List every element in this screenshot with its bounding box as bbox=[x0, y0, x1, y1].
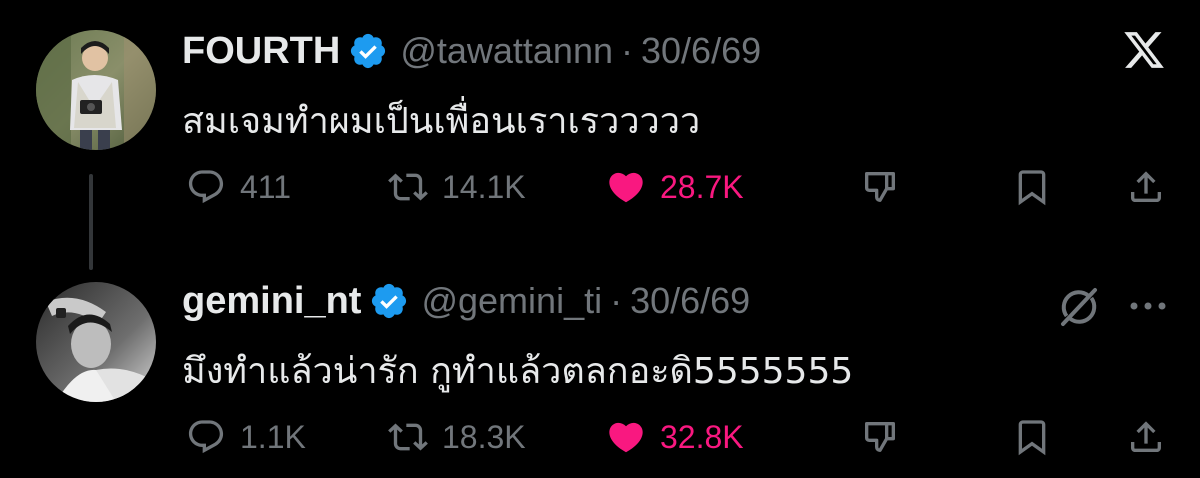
reply-count: 1.1K bbox=[240, 418, 306, 455]
tweet-date[interactable]: 30/6/69 bbox=[641, 30, 761, 72]
avatar[interactable] bbox=[36, 282, 156, 402]
bookmark-icon bbox=[1018, 420, 1046, 456]
reply-icon bbox=[188, 170, 224, 204]
tweet-date[interactable]: 30/6/69 bbox=[630, 280, 750, 322]
dislike-button[interactable] bbox=[860, 410, 900, 464]
tweet-text: มึงทำแล้วน่ารัก กูทำแล้วตลกอะดิ5555555 bbox=[182, 351, 854, 392]
avatar[interactable] bbox=[36, 30, 156, 150]
display-name[interactable]: FOURTH bbox=[182, 30, 340, 73]
share-button[interactable] bbox=[1126, 410, 1166, 464]
tweet-header: FOURTH @tawattannn · 30/6/69 bbox=[182, 26, 761, 76]
separator-dot: · bbox=[610, 280, 623, 321]
tweet-text: สมเจมทำผมเป็นเพื่อนเราเรววววว bbox=[182, 101, 701, 142]
bookmark-button[interactable] bbox=[1012, 410, 1052, 464]
tweet-fourth[interactable]: FOURTH @tawattannn · 30/6/69 สมเจมทำผมเป… bbox=[0, 0, 1200, 270]
like-button[interactable]: 32.8K bbox=[606, 410, 744, 464]
reply-button[interactable]: 411 bbox=[186, 160, 291, 214]
like-button[interactable]: 28.7K bbox=[606, 160, 744, 214]
verified-badge-icon bbox=[372, 283, 407, 319]
verified-badge-icon bbox=[351, 33, 386, 69]
like-count: 32.8K bbox=[660, 418, 744, 455]
heart-filled-icon bbox=[609, 172, 643, 203]
thumbs-down-icon bbox=[864, 422, 895, 452]
share-icon bbox=[1131, 171, 1161, 202]
separator-dot: · bbox=[621, 30, 633, 71]
share-icon bbox=[1131, 421, 1161, 452]
tweet-actions: 1.1K 18.3K 32.8K bbox=[0, 410, 1200, 464]
grok-icon[interactable] bbox=[1052, 280, 1106, 334]
more-options-icon[interactable] bbox=[1124, 286, 1172, 326]
retweet-count: 18.3K bbox=[442, 418, 526, 455]
retweet-icon bbox=[388, 423, 428, 451]
thumbs-down-icon bbox=[864, 172, 895, 202]
user-handle[interactable]: @gemini_ti bbox=[421, 280, 602, 322]
retweet-count: 14.1K bbox=[442, 168, 526, 205]
dislike-button[interactable] bbox=[860, 160, 900, 214]
share-button[interactable] bbox=[1126, 160, 1166, 214]
user-handle[interactable]: @tawattannn bbox=[400, 30, 613, 72]
x-logo-icon[interactable] bbox=[1118, 24, 1170, 76]
like-count: 28.7K bbox=[660, 168, 744, 205]
reply-icon bbox=[188, 420, 224, 454]
retweet-button[interactable]: 14.1K bbox=[388, 160, 526, 214]
retweet-icon bbox=[388, 173, 428, 201]
reply-button[interactable]: 1.1K bbox=[186, 410, 306, 464]
tweet-actions: 411 14.1K 28.7K bbox=[0, 160, 1200, 214]
heart-filled-icon bbox=[609, 422, 643, 453]
bookmark-button[interactable] bbox=[1012, 160, 1052, 214]
tweet-gemini[interactable]: gemini_nt @gemini_ti · 30/6/69 มึงทำแล้ว… bbox=[0, 250, 1200, 478]
reply-count: 411 bbox=[240, 168, 292, 205]
bookmark-icon bbox=[1018, 170, 1046, 206]
display-name[interactable]: gemini_nt bbox=[182, 280, 361, 323]
retweet-button[interactable]: 18.3K bbox=[388, 410, 526, 464]
tweet-header: gemini_nt @gemini_ti · 30/6/69 bbox=[182, 276, 750, 326]
